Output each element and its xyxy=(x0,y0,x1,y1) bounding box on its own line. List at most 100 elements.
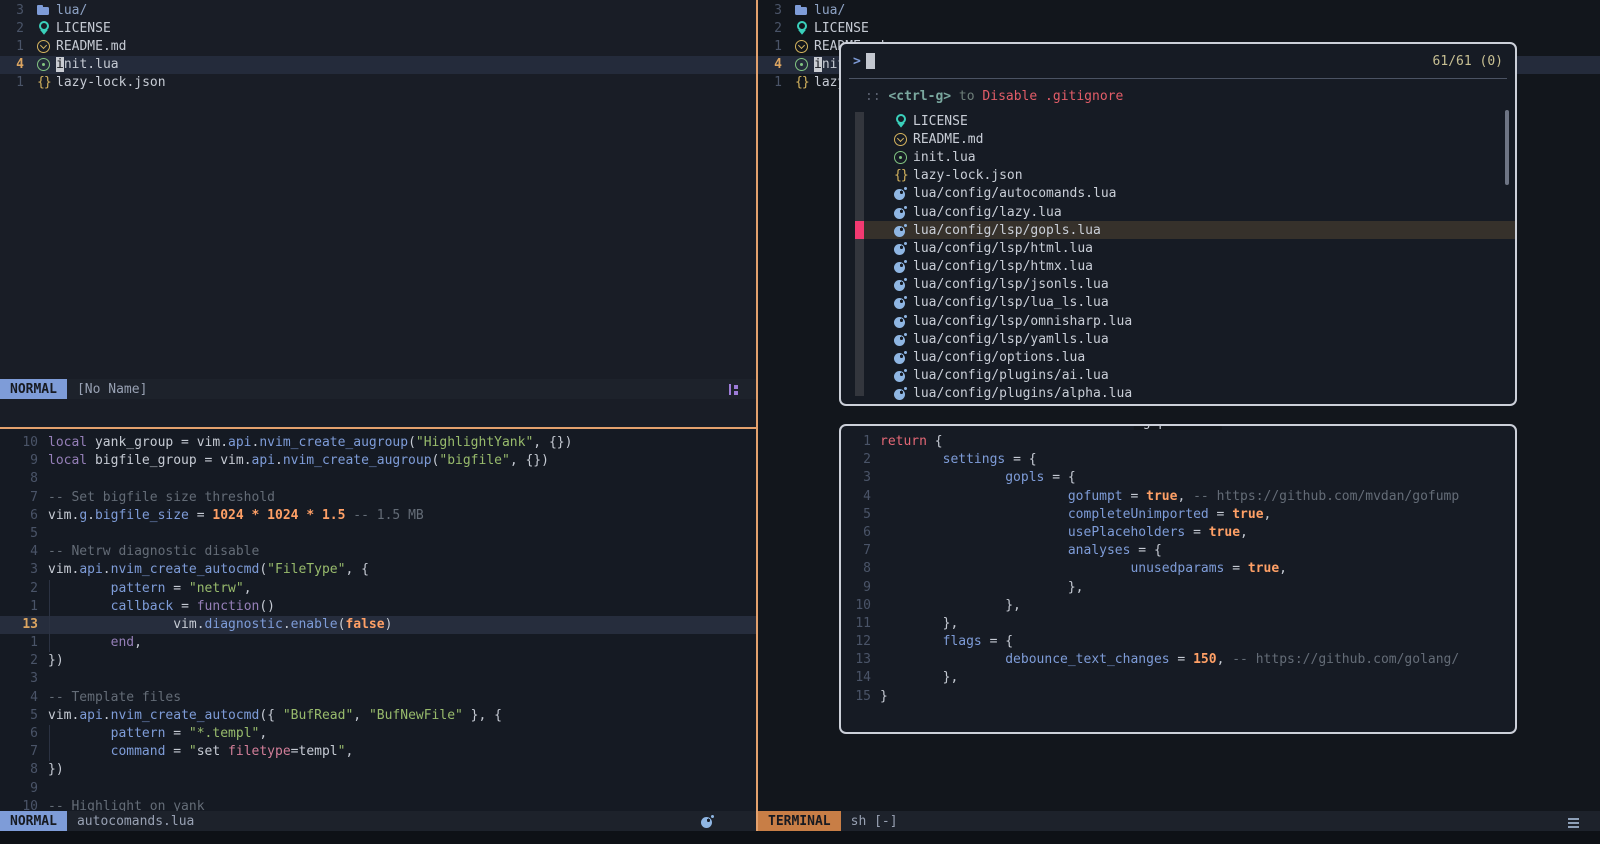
code-buffer-autocomands[interactable]: 10local yank_group = vim.api.nvim_create… xyxy=(0,429,756,816)
code-token: . xyxy=(275,453,283,468)
finder-item[interactable]: README.md xyxy=(841,130,1515,148)
preview-line: 15} xyxy=(841,688,1515,706)
code-token: "HighlightYank" xyxy=(416,435,533,450)
finder-item[interactable]: lua/config/lazy.lua xyxy=(841,203,1515,221)
lua-ring-icon xyxy=(893,150,908,165)
command-line[interactable] xyxy=(0,831,1600,844)
code-token: debounce_text_changes xyxy=(1005,652,1169,667)
finder-item-name: lua/config/autocomands.lua xyxy=(913,186,1117,201)
code-token: bigfile_size xyxy=(95,508,189,523)
line-number: 15 xyxy=(849,688,871,706)
code-line: 5 xyxy=(0,525,756,543)
code-token xyxy=(314,508,322,523)
code-token: . xyxy=(220,435,228,450)
line-number: 13 xyxy=(8,616,38,634)
code-token xyxy=(48,617,173,632)
window-separator-vertical[interactable] xyxy=(756,0,758,831)
code-token: false xyxy=(345,617,384,632)
code-token: }) xyxy=(48,762,64,777)
preview-line: 7 analyses = { xyxy=(841,542,1515,560)
finder-item[interactable]: lua/config/lsp/omnisharp.lua xyxy=(841,312,1515,330)
code-line: 9local bigfile_group = vim.api.nvim_crea… xyxy=(0,452,756,470)
finder-item[interactable]: lua/config/autocomands.lua xyxy=(841,185,1515,203)
finder-item[interactable]: lua/config/lsp/gopls.lua xyxy=(841,221,1515,239)
code-token: api xyxy=(79,562,102,577)
line-number: 6 xyxy=(849,524,871,542)
code-token: . xyxy=(103,708,111,723)
finder-item[interactable]: init.lua xyxy=(841,148,1515,166)
code-token: "BufNewFile" xyxy=(369,708,463,723)
line-number: 8 xyxy=(8,761,38,779)
code-token: -- Set bigfile size threshold xyxy=(48,490,275,505)
code-token: , { xyxy=(345,562,368,577)
file-name: init.lua xyxy=(56,57,119,72)
code-token: = xyxy=(189,508,212,523)
code-token: , xyxy=(1264,507,1272,522)
code-token: usePlaceholders xyxy=(1068,525,1185,540)
finder-item[interactable]: lua/config/lsp/jsonls.lua xyxy=(841,276,1515,294)
line-number: 9 xyxy=(8,780,38,798)
finder-scrollbar[interactable] xyxy=(1505,110,1509,185)
code-token: , {}) xyxy=(510,453,549,468)
line-number: 3 xyxy=(8,3,24,18)
code-token: analyses xyxy=(1068,543,1131,558)
finder-item[interactable]: lua/config/lsp/htmx.lua xyxy=(841,258,1515,276)
code-token xyxy=(259,508,267,523)
code-line: 6vim.g.bigfile_size = 1024 * 1024 * 1.5 … xyxy=(0,507,756,525)
finder-item[interactable]: lua/config/lsp/lua_ls.lua xyxy=(841,294,1515,312)
finder-item[interactable]: lua/config/plugins/alpha.lua xyxy=(841,385,1515,403)
line-number: 9 xyxy=(849,579,871,597)
code-token: return xyxy=(880,434,927,449)
code-token: }, xyxy=(943,670,959,685)
block-cursor: i xyxy=(814,57,822,72)
code-token: nvim_create_autocmd xyxy=(111,708,260,723)
code-token: unusedparams xyxy=(1130,561,1224,576)
finder-separator xyxy=(849,78,1507,79)
code-token: "BufRead" xyxy=(283,708,353,723)
finder-item[interactable]: LICENSE xyxy=(841,112,1515,130)
file-row[interactable]: 3lua/ xyxy=(758,1,1600,19)
lua-file-icon xyxy=(893,368,908,383)
code-token xyxy=(880,670,943,685)
code-token: }, xyxy=(1005,598,1021,613)
fuzzy-finder-window[interactable]: > 61/61 (0) :: <ctrl-g> to Disable .giti… xyxy=(839,42,1517,406)
finder-prompt[interactable]: > 61/61 (0) xyxy=(841,44,1515,78)
finder-item[interactable]: lua/config/lsp/html.lua xyxy=(841,239,1515,257)
lua-file-icon xyxy=(700,814,715,829)
code-token: = { xyxy=(1130,543,1161,558)
file-explorer-list: 3lua/2LICENSE1README.md4init.lua1lazy-lo… xyxy=(0,1,756,92)
code-token: set xyxy=(197,744,228,759)
preview-window[interactable]: gopls.lua 1return {2 settings = {3 gopls… xyxy=(839,424,1517,734)
code-token: enable xyxy=(291,617,338,632)
code-token xyxy=(48,581,111,596)
finder-item[interactable]: lua/config/lsp/yamlls.lua xyxy=(841,330,1515,348)
line-number: 1 xyxy=(849,433,871,451)
code-token: g xyxy=(79,508,87,523)
line-number: 5 xyxy=(8,707,38,725)
file-row[interactable]: 3lua/ xyxy=(0,1,756,19)
code-token: api xyxy=(252,453,275,468)
code-token: bigfile_group = xyxy=(87,453,220,468)
line-number: 1 xyxy=(8,75,24,90)
line-number: 11 xyxy=(849,615,871,633)
finder-item[interactable]: lazy-lock.json xyxy=(841,167,1515,185)
finder-item[interactable]: lua/config/plugins/ai.lua xyxy=(841,367,1515,385)
code-token: ( xyxy=(259,562,267,577)
finder-item[interactable]: lua/config/options.lua xyxy=(841,348,1515,366)
file-row[interactable]: 4init.lua xyxy=(0,56,756,74)
code-token xyxy=(48,744,111,759)
code-token: api xyxy=(79,708,102,723)
finder-item-name: init.lua xyxy=(913,150,976,165)
file-row[interactable]: 2LICENSE xyxy=(0,19,756,37)
code-token: = { xyxy=(1005,452,1036,467)
file-row[interactable]: 1lazy-lock.json xyxy=(0,74,756,92)
code-token: gofumpt xyxy=(1068,489,1123,504)
file-name: README.md xyxy=(56,39,126,54)
code-token: end xyxy=(111,635,134,650)
finder-item-name: lua/config/lsp/htmx.lua xyxy=(913,259,1093,274)
preview-title: gopls.lua xyxy=(1134,424,1222,430)
file-row[interactable]: 1README.md xyxy=(0,37,756,55)
finder-item-name: lua/config/lsp/yamlls.lua xyxy=(913,332,1109,347)
file-row[interactable]: 2LICENSE xyxy=(758,19,1600,37)
window-separator-horizontal[interactable] xyxy=(0,427,756,429)
